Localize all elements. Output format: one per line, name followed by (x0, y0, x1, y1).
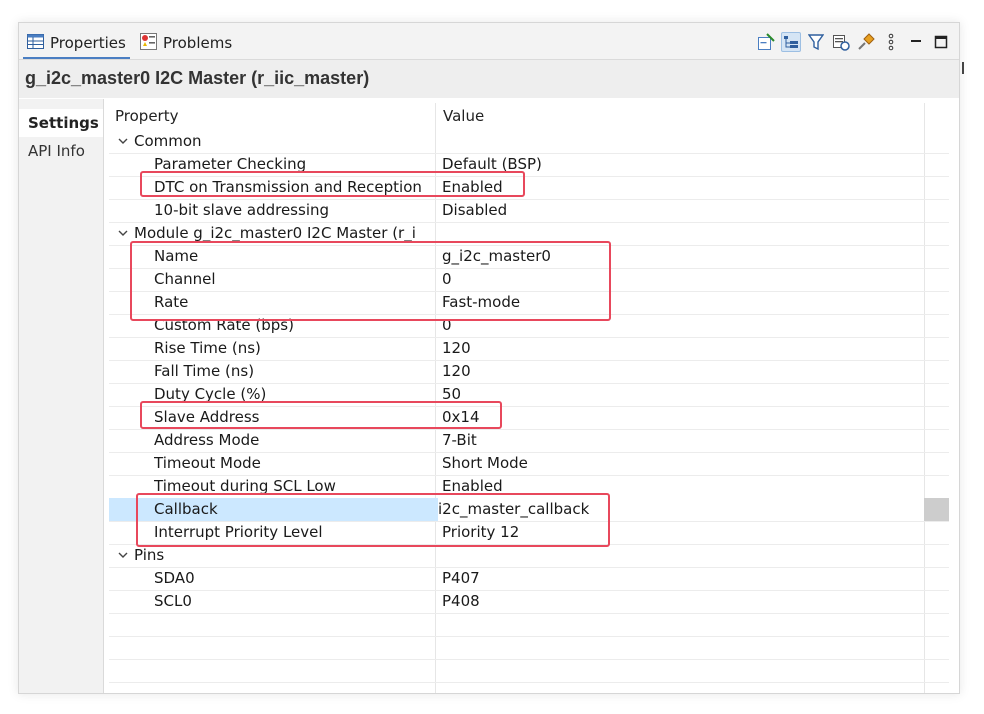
property-name: 10-bit slave addressing (154, 201, 330, 219)
property-row[interactable]: SDA0 P407 (109, 567, 949, 591)
group-row[interactable]: Common (109, 130, 949, 154)
column-header-property[interactable]: Property (115, 103, 178, 129)
property-name: Timeout Mode (154, 454, 261, 472)
tab-problems[interactable]: Problems (136, 29, 236, 57)
highlight-box (130, 241, 611, 321)
restore-defaults-icon[interactable] (831, 32, 851, 52)
tab-api-info[interactable]: API Info (19, 137, 103, 165)
filter-icon[interactable] (806, 32, 826, 52)
property-row[interactable]: Address Mode 7-Bit (109, 429, 949, 453)
tab-settings[interactable]: Settings (19, 109, 103, 137)
window-edge-marker (962, 62, 964, 74)
property-row[interactable]: 10-bit slave addressing Disabled (109, 199, 949, 223)
property-value[interactable]: 7-Bit (442, 429, 477, 452)
problems-icon (140, 32, 157, 54)
page-title-bar: g_i2c_master0 I2C Master (r_iic_master) (19, 60, 959, 98)
view-tab-bar: Properties Problems (19, 23, 959, 60)
property-name: Rise Time (ns) (154, 339, 261, 357)
group-row[interactable]: Pins (109, 544, 949, 568)
pin-icon[interactable] (856, 32, 876, 52)
property-name: Address Mode (154, 431, 260, 449)
properties-view: Properties Problems g_i2c_master0 I2C Ma… (18, 22, 960, 694)
property-value[interactable]: P408 (442, 590, 480, 613)
property-row[interactable]: Rise Time (ns) 120 (109, 337, 949, 361)
value-editor-button[interactable] (924, 498, 949, 521)
empty-row (109, 659, 949, 683)
highlight-box (140, 401, 502, 429)
property-row[interactable]: SCL0 P408 (109, 590, 949, 614)
column-header-value[interactable]: Value (443, 103, 484, 129)
section-tabs: Settings API Info (19, 99, 104, 693)
page-title: g_i2c_master0 I2C Master (r_iic_master) (25, 68, 370, 88)
property-value[interactable]: 120 (442, 360, 471, 383)
tab-properties[interactable]: Properties (23, 29, 130, 59)
tab-problems-label: Problems (163, 34, 233, 52)
property-value[interactable]: P407 (442, 567, 480, 590)
highlight-box (136, 493, 610, 547)
empty-row (109, 613, 949, 637)
property-value[interactable]: Disabled (442, 199, 507, 222)
tab-properties-label: Properties (50, 34, 126, 52)
tree-view-icon[interactable] (781, 32, 801, 52)
maximize-icon[interactable] (931, 32, 951, 52)
property-name: SCL0 (154, 592, 192, 610)
property-value[interactable]: Short Mode (442, 452, 528, 475)
property-name: SDA0 (154, 569, 195, 587)
property-name: Fall Time (ns) (154, 362, 255, 380)
new-note-icon[interactable] (756, 32, 776, 52)
highlight-box (140, 171, 525, 197)
property-name: Pins (134, 546, 165, 564)
property-row[interactable]: Timeout Mode Short Mode (109, 452, 949, 476)
view-menu-icon[interactable] (881, 32, 901, 52)
view-toolbar (756, 32, 951, 52)
properties-table-icon (27, 33, 44, 53)
property-row[interactable]: Fall Time (ns) 120 (109, 360, 949, 384)
minimize-icon[interactable] (906, 32, 926, 52)
property-value[interactable]: 120 (442, 337, 471, 360)
empty-row (109, 636, 949, 660)
property-name: Common (134, 132, 202, 150)
